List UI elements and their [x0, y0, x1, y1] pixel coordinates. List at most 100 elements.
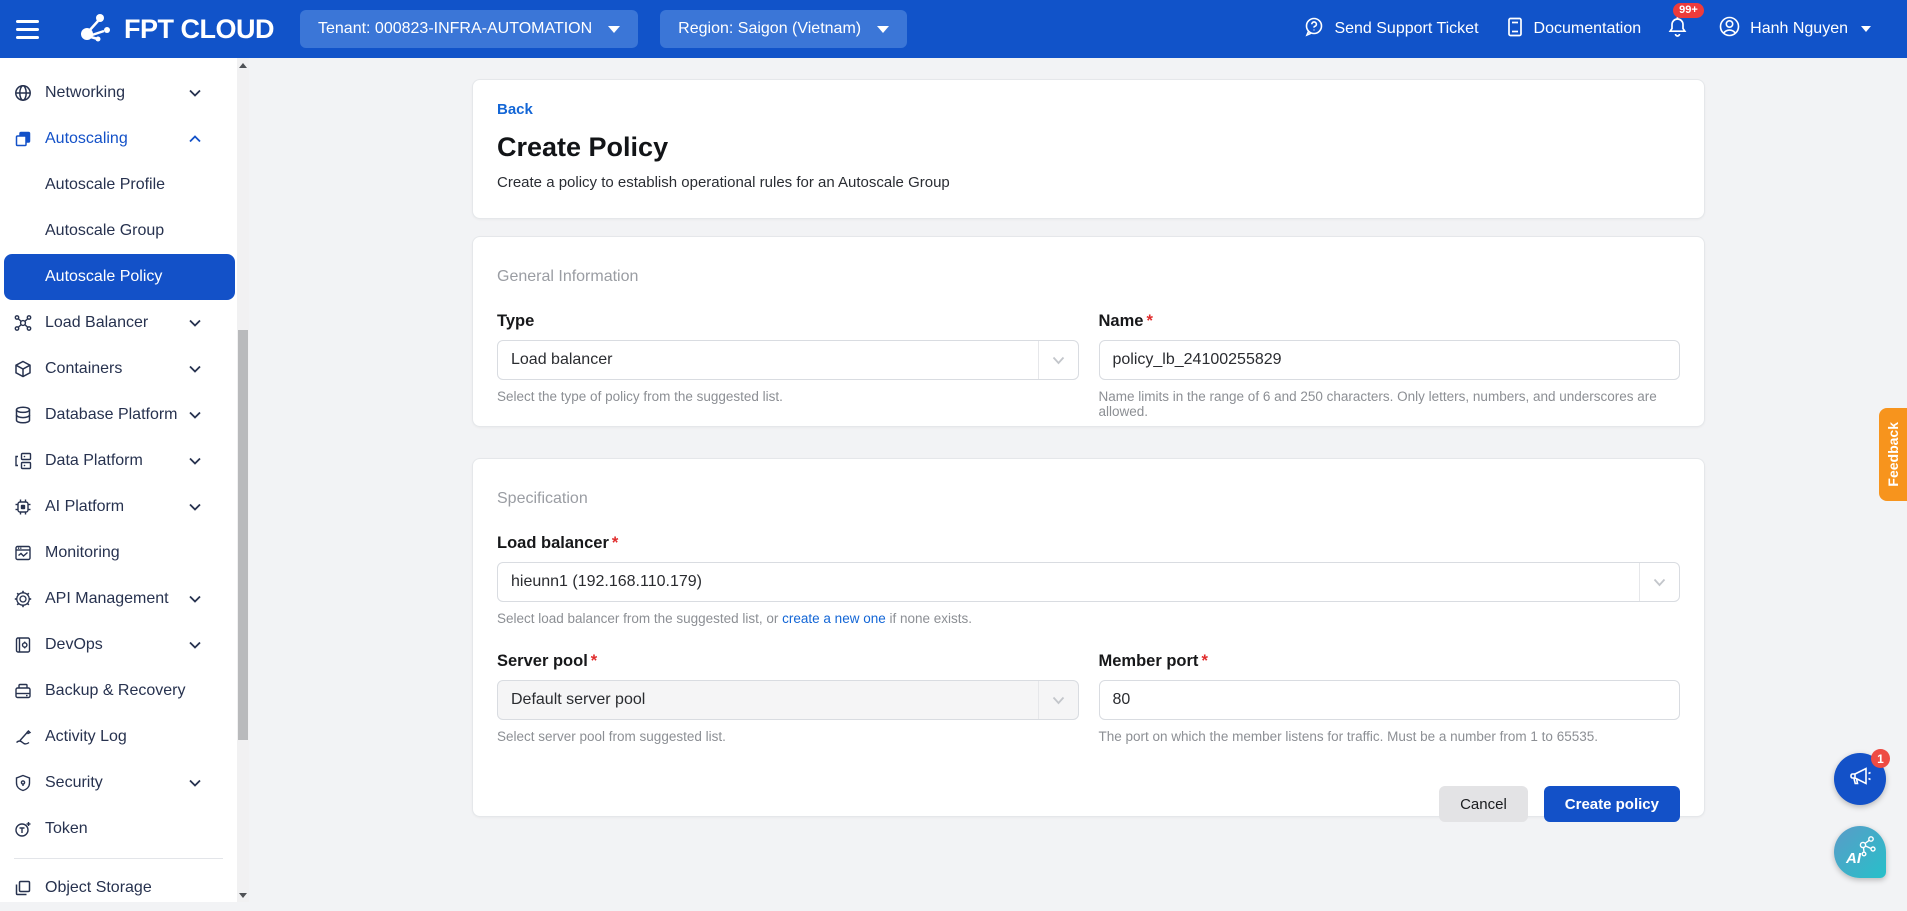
- required-asterisk: *: [1201, 652, 1207, 670]
- sidebar-item-api-management[interactable]: API Management: [0, 576, 237, 622]
- hamburger-menu-icon[interactable]: [4, 0, 50, 58]
- specification-card: Specification Load balancer* hieunn1 (19…: [472, 458, 1705, 817]
- sidebar-item-activity-log[interactable]: Activity Log: [0, 714, 237, 760]
- support-label: Send Support Ticket: [1334, 20, 1478, 38]
- cancel-button[interactable]: Cancel: [1439, 786, 1528, 822]
- main-content: Back Create Policy Create a policy to es…: [249, 58, 1907, 902]
- type-helper-text: Select the type of policy from the sugge…: [497, 389, 1079, 404]
- server-pool-select-value: Default server pool: [498, 691, 1038, 709]
- sidebar-item-label: DevOps: [45, 636, 103, 654]
- scrollbar-thumb[interactable]: [238, 330, 248, 740]
- required-asterisk: *: [612, 534, 618, 552]
- chevron-down-icon: [189, 457, 201, 465]
- scroll-down-arrow-icon[interactable]: [238, 890, 248, 900]
- name-input[interactable]: [1100, 351, 1680, 369]
- create-policy-button[interactable]: Create policy: [1544, 786, 1680, 822]
- member-port-label: Member port*: [1099, 652, 1681, 671]
- send-support-ticket-link[interactable]: Send Support Ticket: [1303, 16, 1478, 43]
- molecule-logo-icon: [76, 8, 114, 51]
- notifications-bell-icon[interactable]: 99+: [1667, 15, 1688, 43]
- announcements-fab[interactable]: 1: [1834, 753, 1886, 805]
- required-asterisk: *: [1146, 312, 1152, 330]
- sidebar-item-containers[interactable]: Containers: [0, 346, 237, 392]
- data-platform-icon: [13, 451, 33, 471]
- create-new-load-balancer-link[interactable]: create a new one: [782, 611, 886, 626]
- page-title: Create Policy: [497, 132, 1680, 163]
- sidebar-item-token[interactable]: Token: [0, 806, 237, 852]
- general-information-card: General Information Type Load balancer S…: [472, 236, 1705, 427]
- load-balancer-label: Load balancer*: [497, 534, 1680, 553]
- feedback-label: Feedback: [1885, 422, 1901, 487]
- megaphone-icon: [1846, 763, 1874, 796]
- sidebar-item-object-storage[interactable]: Object Storage: [0, 865, 237, 911]
- server-pool-select[interactable]: Default server pool: [497, 680, 1079, 720]
- svg-text:AI: AI: [1845, 850, 1862, 867]
- containers-icon: [13, 359, 33, 379]
- sidebar: Networking Autoscaling Autoscale Profile…: [0, 58, 237, 902]
- fpt-ai-logo-icon: AI: [1840, 830, 1880, 875]
- backup-icon: [13, 681, 33, 701]
- member-port-field: [1099, 680, 1681, 720]
- monitoring-icon: [13, 543, 33, 563]
- sidebar-item-label: Activity Log: [45, 728, 127, 746]
- sidebar-item-load-balancer[interactable]: Load Balancer: [0, 300, 237, 346]
- globe-icon: [13, 83, 33, 103]
- fpt-cloud-logo: FPT CLOUD: [76, 8, 274, 51]
- chevron-down-icon: [877, 26, 889, 33]
- server-pool-helper-text: Select server pool from suggested list.: [497, 729, 1079, 744]
- sidebar-item-label: AI Platform: [45, 498, 124, 516]
- sidebar-item-ai-platform[interactable]: AI Platform: [0, 484, 237, 530]
- sidebar-item-database-platform[interactable]: Database Platform: [0, 392, 237, 438]
- name-field: [1099, 340, 1681, 380]
- back-link[interactable]: Back: [497, 101, 533, 118]
- chevron-down-icon: [1038, 341, 1078, 379]
- region-label: Region: Saigon (Vietnam): [678, 20, 861, 38]
- sidebar-item-label: Load Balancer: [45, 314, 148, 332]
- page-header-card: Back Create Policy Create a policy to es…: [472, 79, 1705, 219]
- scroll-up-arrow-icon[interactable]: [238, 60, 248, 70]
- chevron-down-icon: [189, 641, 201, 649]
- documentation-link[interactable]: Documentation: [1505, 16, 1642, 43]
- sidebar-item-devops[interactable]: DevOps: [0, 622, 237, 668]
- sidebar-item-label: Autoscale Group: [45, 222, 164, 240]
- chevron-down-icon: [189, 595, 201, 603]
- chevron-down-icon: [189, 365, 201, 373]
- sidebar-item-label: Autoscale Policy: [45, 268, 162, 286]
- documentation-label: Documentation: [1534, 20, 1642, 38]
- load-balancer-select[interactable]: hieunn1 (192.168.110.179): [497, 562, 1680, 602]
- sidebar-item-autoscale-group[interactable]: Autoscale Group: [0, 208, 237, 254]
- sidebar-item-monitoring[interactable]: Monitoring: [0, 530, 237, 576]
- chevron-down-icon: [1861, 26, 1871, 32]
- sidebar-item-data-platform[interactable]: Data Platform: [0, 438, 237, 484]
- tenant-dropdown[interactable]: Tenant: 000823-INFRA-AUTOMATION: [300, 10, 638, 48]
- ai-assistant-fab[interactable]: AI: [1834, 826, 1886, 878]
- type-select[interactable]: Load balancer: [497, 340, 1079, 380]
- sidebar-item-security[interactable]: Security: [0, 760, 237, 806]
- sidebar-item-label: Token: [45, 820, 88, 838]
- chevron-down-icon: [189, 503, 201, 511]
- database-icon: [13, 405, 33, 425]
- region-dropdown[interactable]: Region: Saigon (Vietnam): [660, 10, 907, 48]
- sidebar-item-networking[interactable]: Networking: [0, 70, 237, 116]
- sidebar-item-label: API Management: [45, 590, 169, 608]
- sidebar-item-label: Autoscaling: [45, 130, 128, 148]
- name-helper-text: Name limits in the range of 6 and 250 ch…: [1099, 389, 1681, 419]
- sidebar-item-backup-recovery[interactable]: Backup & Recovery: [0, 668, 237, 714]
- section-title-general: General Information: [497, 268, 1680, 286]
- documentation-icon: [1505, 16, 1525, 43]
- chevron-down-icon: [189, 779, 201, 787]
- brand-text: FPT CLOUD: [124, 14, 274, 45]
- ai-chip-icon: [13, 497, 33, 517]
- sidebar-item-autoscale-policy[interactable]: Autoscale Policy: [4, 254, 235, 300]
- sidebar-item-label: Security: [45, 774, 103, 792]
- chevron-down-icon: [189, 411, 201, 419]
- sidebar-item-label: Backup & Recovery: [45, 682, 186, 700]
- sidebar-item-autoscaling[interactable]: Autoscaling: [0, 116, 237, 162]
- member-port-input[interactable]: [1100, 691, 1680, 709]
- sidebar-item-autoscale-profile[interactable]: Autoscale Profile: [0, 162, 237, 208]
- server-pool-label: Server pool*: [497, 652, 1079, 671]
- announcement-badge: 1: [1871, 749, 1890, 768]
- sidebar-scrollbar[interactable]: [237, 58, 249, 902]
- feedback-tab[interactable]: Feedback: [1879, 408, 1907, 501]
- user-menu[interactable]: Hanh Nguyen: [1718, 15, 1871, 43]
